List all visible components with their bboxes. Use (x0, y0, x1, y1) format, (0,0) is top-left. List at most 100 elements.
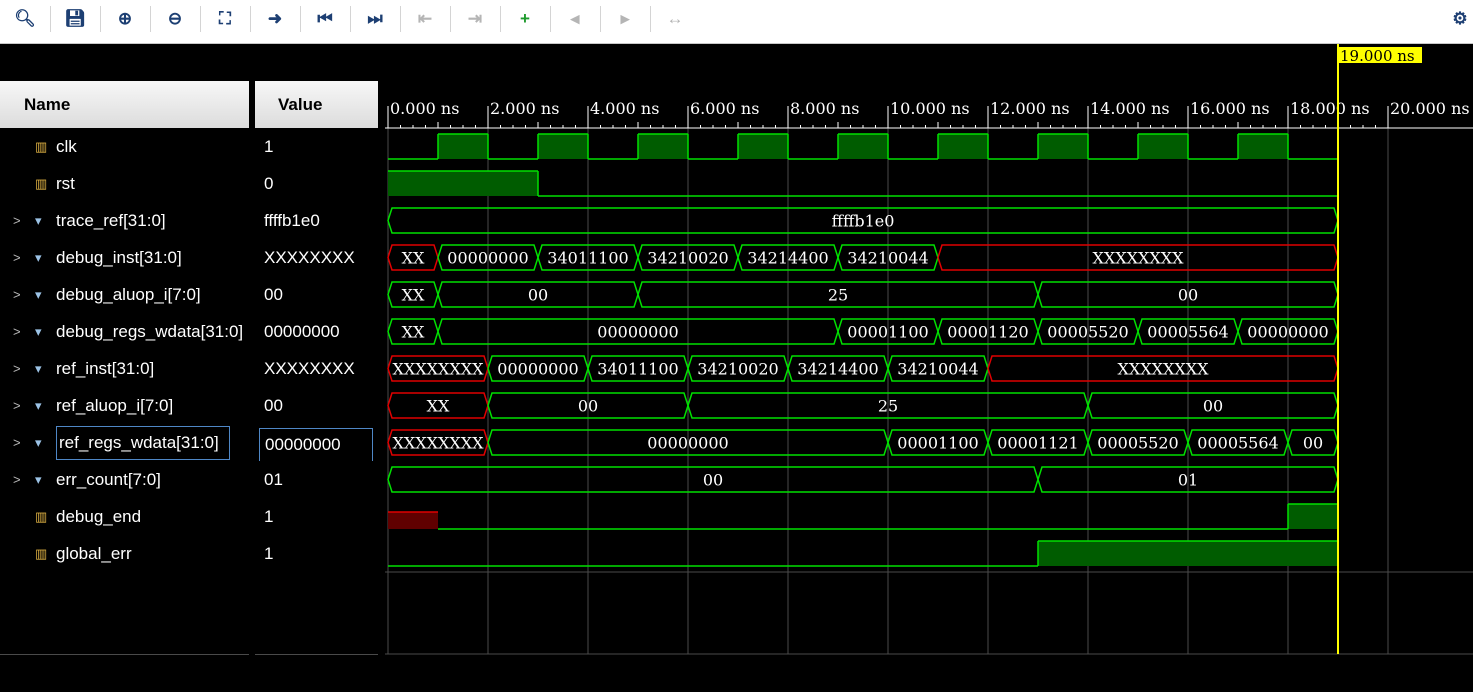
add-marker-icon[interactable]: + (512, 5, 538, 33)
expand-chevron-icon[interactable]: > (13, 287, 21, 302)
name-column-header[interactable]: Name (0, 81, 249, 128)
signal-value-cell[interactable]: 1 (255, 128, 378, 165)
waveform-toolbar: 🔍︎ 💾︎ ⊕ ⊖ ⛶ ➜ ⏮ ⏭ ⇤ ⇥ + ◂ ▸ ↔ ⚙ (0, 0, 1473, 44)
waveform-trace: XXXXXXXX 00000000 34011100 34210020 34214400… (387, 355, 1339, 382)
waveform-trace: ffffb1e0 (387, 207, 1339, 234)
waveform-trace: XX 00 25 00 (387, 392, 1339, 419)
signal-row-debug-aluop-i[interactable]: > ▾ debug_aluop_i[7:0] (0, 276, 249, 313)
toolbar-separator (650, 6, 651, 32)
toolbar-separator (450, 6, 451, 32)
signal-row-debug-inst[interactable]: > ▾ debug_inst[31:0] (0, 239, 249, 276)
high-level-fill (1038, 134, 1088, 159)
settings-gear-icon[interactable]: ⚙ (1447, 5, 1473, 33)
expand-chevron-icon[interactable]: > (13, 398, 21, 413)
bus-value-label: 00 (528, 286, 548, 305)
high-level-fill (938, 134, 988, 159)
waveform-trace: 00 01 (387, 466, 1339, 493)
zoom-in-icon[interactable]: ⊕ (112, 5, 138, 33)
bus-signal-icon: ▾ (35, 434, 42, 450)
signal-row-debug-end[interactable]: ▥ debug_end (0, 498, 249, 535)
waveform-trace: XXXXXXXX 00000000 00001100 00001121 00005520… (387, 429, 1339, 456)
signal-name: ref_aluop_i[7:0] (56, 395, 174, 415)
next-marker-icon[interactable]: ▸ (612, 5, 638, 33)
signal-name: debug_regs_wdata[31:0] (56, 321, 244, 341)
bus-signal-icon: ▾ (35, 471, 42, 487)
value-column-header[interactable]: Value (255, 81, 378, 128)
bus-value-label: 00000000 (1247, 323, 1328, 342)
signal-value: 1 (264, 136, 274, 156)
signal-value-cell[interactable]: 00 (255, 387, 378, 424)
high-level-fill (838, 134, 888, 159)
zoom-fit-icon[interactable]: ⛶ (212, 5, 238, 33)
signal-row-debug-regs-wdata[interactable]: > ▾ debug_regs_wdata[31:0] (0, 313, 249, 350)
zoom-out-icon[interactable]: ⊖ (162, 5, 188, 33)
signal-row-clk[interactable]: ▥ clk (0, 128, 249, 165)
high-level-fill (738, 134, 788, 159)
timeline-tick-label: 10.000 ns (890, 99, 970, 118)
signal-value: 00 (264, 395, 283, 415)
previous-marker-icon[interactable]: ◂ (562, 5, 588, 33)
go-to-cursor-icon[interactable]: ➜ (262, 5, 288, 33)
bus-value-label: 01 (1178, 471, 1198, 490)
expand-chevron-icon[interactable]: > (13, 324, 21, 339)
expand-chevron-icon[interactable]: > (13, 213, 21, 228)
bus-value-label: 00 (578, 397, 598, 416)
save-icon[interactable]: 💾︎ (62, 5, 88, 33)
high-level-fill (1038, 541, 1338, 566)
high-level-fill (538, 134, 588, 159)
signal-row-trace-ref[interactable]: > ▾ trace_ref[31:0] (0, 202, 249, 239)
expand-chevron-icon[interactable]: > (13, 435, 21, 450)
bus-value-label: 00005520 (1047, 323, 1128, 342)
signal-value-cell[interactable]: 01 (255, 461, 378, 498)
signal-value-cell[interactable]: 1 (255, 498, 378, 535)
expand-chevron-icon[interactable]: > (13, 472, 21, 487)
signal-value-cell[interactable]: 00000000 (255, 424, 378, 461)
bus-signal-icon: ▾ (35, 323, 42, 339)
signal-value-cell[interactable]: ffffb1e0 (255, 202, 378, 239)
bus-value-label: 00 (1203, 397, 1223, 416)
waveform-trace: XX 00 25 00 (387, 281, 1339, 308)
signal-value: 1 (264, 543, 274, 563)
signal-value: 01 (264, 469, 283, 489)
toolbar-separator (200, 6, 201, 32)
signal-value-cell[interactable]: XXXXXXXX (255, 239, 378, 276)
high-level-fill (1238, 134, 1288, 159)
toolbar-separator (50, 6, 51, 32)
waveform-trace: XX 00000000 34011100 34210020 34214400 342100… (387, 244, 1339, 271)
previous-transition-icon[interactable]: ⇤ (412, 5, 438, 33)
signal-value-cell[interactable]: 0 (255, 165, 378, 202)
signal-row-ref-regs-wdata[interactable]: > ▾ ref_regs_wdata[31:0] (0, 424, 249, 461)
go-to-last-time-icon[interactable]: ⏭ (362, 5, 388, 33)
expand-chevron-icon[interactable]: > (13, 250, 21, 265)
bus-value-label: XXXXXXXX (1117, 360, 1209, 379)
toolbar-separator (350, 6, 351, 32)
search-icon[interactable]: 🔍︎ (12, 5, 38, 33)
signal-value-cell[interactable]: XXXXXXXX (255, 350, 378, 387)
bus-value-label: 00000000 (447, 249, 528, 268)
expand-chevron-icon[interactable]: > (13, 361, 21, 376)
bus-value-label: 00 (1303, 434, 1323, 453)
timeline-tick-label: 16.000 ns (1190, 99, 1270, 118)
signal-row-ref-aluop-i[interactable]: > ▾ ref_aluop_i[7:0] (0, 387, 249, 424)
waveform-trace (388, 540, 1338, 567)
signal-name: ref_regs_wdata[31:0] (56, 425, 230, 460)
signal-name: global_err (56, 543, 132, 563)
signal-row-ref-inst[interactable]: > ▾ ref_inst[31:0] (0, 350, 249, 387)
toolbar-separator (400, 6, 401, 32)
signal-row-global-err[interactable]: ▥ global_err (0, 535, 249, 572)
signal-value-cell[interactable]: 1 (255, 535, 378, 572)
waveform-canvas[interactable]: 0.000 ns 2.000 ns 4.000 ns 6.000 ns 8.000 ns… (385, 44, 1473, 692)
signal-row-err-count[interactable]: > ▾ err_count[7:0] (0, 461, 249, 498)
swap-cursors-icon[interactable]: ↔ (662, 5, 688, 33)
signal-name: trace_ref[31:0] (56, 210, 166, 230)
next-transition-icon[interactable]: ⇥ (462, 5, 488, 33)
value-column-header-label: Value (278, 94, 323, 114)
value-panel-divider (255, 654, 378, 655)
signal-row-rst[interactable]: ▥ rst (0, 165, 249, 202)
signal-value-cell[interactable]: 00000000 (255, 313, 378, 350)
signal-name: clk (56, 136, 77, 156)
signal-value: 0 (264, 173, 274, 193)
input-signal-icon: ▥ (35, 508, 48, 524)
signal-value-cell[interactable]: 00 (255, 276, 378, 313)
go-to-time-zero-icon[interactable]: ⏮ (312, 5, 338, 33)
